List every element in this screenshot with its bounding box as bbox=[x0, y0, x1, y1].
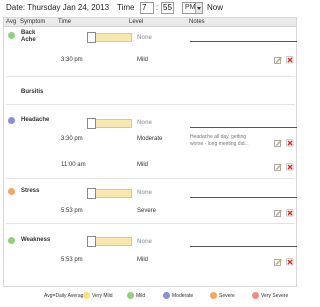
entry-level: Severe bbox=[137, 208, 157, 214]
chevron-down-icon bbox=[195, 3, 202, 13]
slider-value-label: None bbox=[137, 35, 152, 41]
delete-icon[interactable] bbox=[286, 163, 294, 171]
slider-handle[interactable] bbox=[87, 236, 96, 247]
symptom-name-line2: Ache bbox=[21, 37, 36, 43]
symptom-name: Back bbox=[21, 30, 36, 36]
header-time: Time bbox=[58, 19, 72, 25]
header-level: Level bbox=[129, 19, 144, 25]
legend-mild-label: Mild bbox=[136, 293, 146, 299]
notes-input[interactable] bbox=[190, 197, 297, 198]
delete-icon[interactable] bbox=[286, 139, 294, 147]
delete-icon[interactable] bbox=[286, 258, 294, 266]
delete-icon[interactable] bbox=[286, 56, 294, 64]
hour-input[interactable]: 7 bbox=[140, 2, 154, 14]
entry-time: 5:53 pm bbox=[61, 257, 83, 263]
symptom-name: Stress bbox=[21, 188, 40, 194]
edit-icon[interactable] bbox=[274, 139, 282, 147]
row-divider bbox=[6, 76, 295, 77]
notes-input[interactable] bbox=[190, 41, 297, 42]
header-notes: Notes bbox=[189, 19, 205, 25]
row-divider bbox=[6, 178, 295, 179]
entry-time: 11:00 am bbox=[61, 162, 86, 168]
symptom-table: Avg Symptom Time Level Notes Back Ache N… bbox=[3, 17, 297, 287]
time-separator: : bbox=[156, 3, 159, 12]
symptom-name: Bursitis bbox=[21, 89, 44, 95]
legend-moderate-dot bbox=[163, 292, 170, 299]
entry-level: Mild bbox=[137, 162, 149, 168]
notes-input[interactable] bbox=[190, 127, 297, 128]
symptom-name: Weakness bbox=[21, 237, 51, 243]
header-symptom: Symptom bbox=[20, 19, 46, 25]
avg-indicator bbox=[8, 237, 15, 244]
legend-severe-dot bbox=[210, 292, 217, 299]
delete-icon[interactable] bbox=[286, 209, 294, 217]
slider-handle[interactable] bbox=[87, 32, 96, 43]
avg-indicator bbox=[8, 32, 15, 39]
legend-mild-dot bbox=[127, 292, 134, 299]
entry-level: Mild bbox=[137, 57, 149, 63]
avg-indicator bbox=[8, 117, 15, 124]
slider-value-label: None bbox=[137, 120, 152, 126]
severity-legend: Avg=Daily Average Very Mild Mild Moderat… bbox=[0, 290, 300, 302]
entry-time: 5:53 pm bbox=[61, 208, 83, 214]
header-avg: Avg bbox=[6, 19, 17, 25]
entry-level: Moderate bbox=[137, 136, 163, 142]
notes-input[interactable] bbox=[190, 246, 297, 247]
edit-icon[interactable] bbox=[274, 209, 282, 217]
date-label: Date: Thursday Jan 24, 2013 bbox=[6, 3, 110, 12]
symptom-name: Headache bbox=[21, 117, 50, 123]
legend-severe-label: Severe bbox=[219, 293, 235, 299]
slider-handle[interactable] bbox=[87, 188, 96, 199]
slider-handle[interactable] bbox=[87, 118, 96, 129]
legend-moderate-label: Moderate bbox=[172, 293, 194, 299]
avg-indicator bbox=[8, 188, 15, 195]
legend-very-mild-label: Very Mild bbox=[92, 293, 113, 299]
now-button[interactable]: Now bbox=[207, 3, 223, 12]
ampm-select[interactable]: PM bbox=[182, 2, 203, 14]
severity-slider[interactable] bbox=[87, 188, 132, 199]
legend-very-severe-label: Very Severe bbox=[261, 293, 289, 299]
row-divider bbox=[6, 223, 295, 224]
slider-value-label: None bbox=[137, 190, 152, 196]
edit-icon[interactable] bbox=[274, 56, 282, 64]
entry-time: 3:30 pm bbox=[61, 136, 83, 142]
entry-header: Date: Thursday Jan 24, 2013 Time 7 : 55 … bbox=[0, 0, 300, 16]
entry-note-line2: worse - long meeting did... bbox=[190, 141, 249, 147]
slider-value-label: None bbox=[137, 239, 152, 245]
legend-very-mild-dot bbox=[83, 292, 90, 299]
time-label: Time bbox=[117, 3, 135, 12]
entry-level: Mild bbox=[137, 257, 149, 263]
table-header: Avg Symptom Time Level Notes bbox=[4, 18, 296, 27]
legend-avg-label: Avg=Daily Average bbox=[44, 293, 87, 299]
edit-icon[interactable] bbox=[274, 163, 282, 171]
severity-slider[interactable] bbox=[87, 118, 132, 129]
legend-very-severe-dot bbox=[252, 292, 259, 299]
severity-slider[interactable] bbox=[87, 32, 132, 43]
ampm-value: PM bbox=[185, 4, 196, 11]
entry-time: 3:30 pm bbox=[61, 57, 83, 63]
minute-input[interactable]: 55 bbox=[161, 2, 174, 14]
row-divider bbox=[6, 104, 295, 105]
entry-note: Headache all day, getting bbox=[190, 134, 247, 140]
edit-icon[interactable] bbox=[274, 258, 282, 266]
severity-slider[interactable] bbox=[87, 236, 132, 247]
